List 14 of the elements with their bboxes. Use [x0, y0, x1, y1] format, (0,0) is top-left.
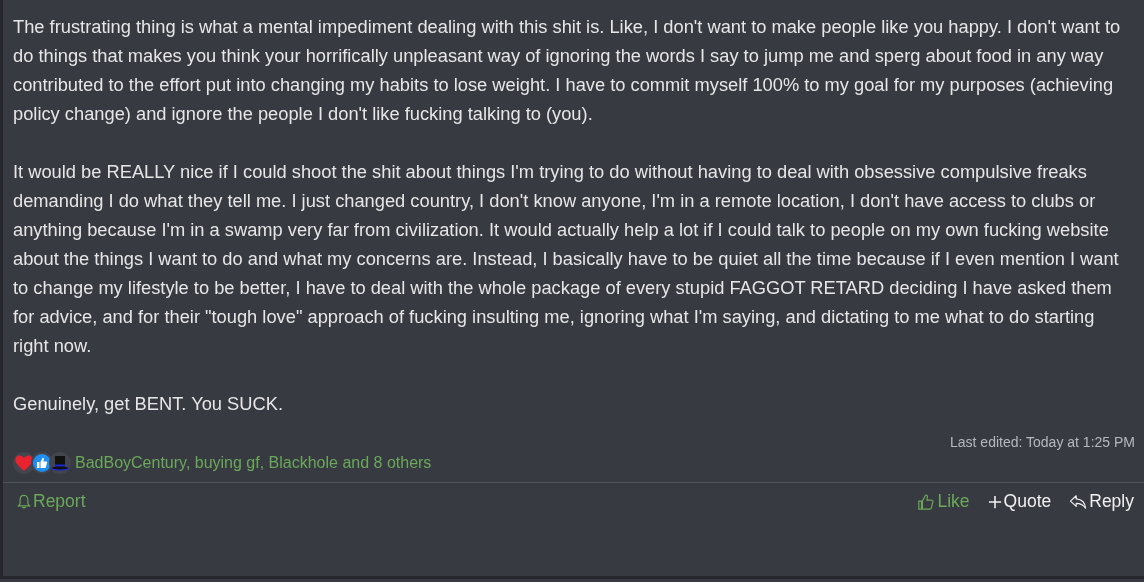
reply-arrow-icon	[1069, 493, 1088, 510]
quote-link[interactable]: Quote	[987, 491, 1052, 512]
plus-icon	[987, 494, 1002, 509]
bell-icon	[17, 493, 31, 510]
thumbs-up-icon[interactable]	[31, 452, 53, 474]
thumbs-up-icon	[917, 492, 936, 511]
post-paragraph: The frustrating thing is what a mental impediment dealing with this shit is. Like, I don't want to make people like you happy. I don't want to do things that makes you think your horrifically unpleasant way of ignoring the words I say to jump me and sperg about food in any way contributed to the effort put into changing my habits to lose weight. I have to commit myself 100% to my goal for my purposes (achieving policy change) and ignore the people I don't like fucking talking to (you).	[13, 15, 1122, 126]
last-edited-text: Last edited: Today at 1:25 PM	[949, 433, 1136, 450]
post-paragraph: It would be REALLY nice if I could shoot the shit about things I'm trying to do without having to deal with obsessive compulsive freaks demanding I do what they tell me. I just changed country, I don't know anyone, I'm in a remote location, I don't have access to clubs or anything because I'm in a swamp very far from civilization. It would actually help a lot if I could talk to people on my own fucking website about the things I want to do and what my concerns are. Instead, I basically have to be quiet all the time because if I even mention I want to change my lifestyle to be better, I have to deal with the whole package of every stupid FAGGOT RETARD deciding I have asked them for advice, and for their "tough love" approach of fucking insulting me, ignoring what I'm saying, and dictating to me what to do starting right now.	[13, 160, 1120, 358]
like-link[interactable]: Like	[917, 491, 970, 512]
reaction-names-link[interactable]: BadBoyCentury, buying gf, Blackhole and 8 others	[75, 454, 432, 472]
report-link[interactable]: Report	[17, 491, 86, 512]
post-paragraph: Genuinely, get BENT. You SUCK.	[13, 392, 284, 416]
reply-link[interactable]: Reply	[1069, 491, 1134, 512]
